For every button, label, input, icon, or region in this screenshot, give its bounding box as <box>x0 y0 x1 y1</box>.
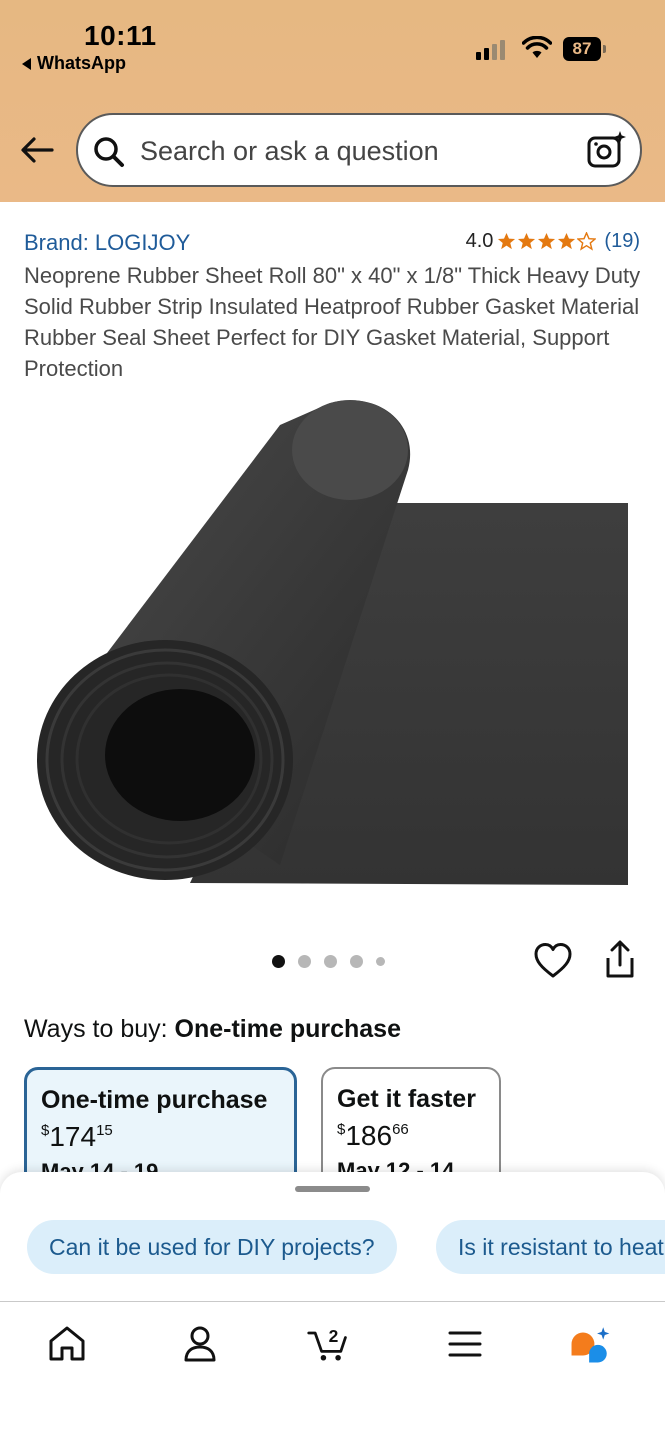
account-icon[interactable] <box>178 1322 222 1366</box>
ways-to-buy-label: Ways to buy: <box>24 1015 168 1043</box>
battery-icon: 87 <box>563 37 607 61</box>
star-filled-icon <box>518 232 536 250</box>
product-title: Neoprene Rubber Sheet Roll 80" x 40" x 1… <box>24 263 641 381</box>
ways-to-buy-selected: One-time purchase <box>174 1015 401 1043</box>
battery-level: 87 <box>563 37 601 61</box>
option-title: One-time purchase <box>41 1086 268 1114</box>
star-empty-icon <box>577 232 597 251</box>
star-rating <box>497 232 597 251</box>
search-bar[interactable] <box>76 113 642 187</box>
star-filled-icon <box>538 232 556 250</box>
brand-link[interactable]: Brand: LOGIJOY <box>24 230 190 256</box>
sheet-grabber[interactable] <box>295 1186 370 1192</box>
menu-icon[interactable] <box>443 1322 487 1366</box>
ways-to-buy-heading: Ways to buy: One-time purchase <box>24 1015 401 1044</box>
review-count[interactable]: (19) <box>604 230 640 253</box>
page-dot[interactable] <box>350 955 363 968</box>
star-filled-icon <box>498 232 516 250</box>
page-dot[interactable] <box>324 955 337 968</box>
search-icon <box>94 137 124 167</box>
app-header: 10:11 WhatsApp 87 <box>0 0 665 202</box>
back-triangle-icon <box>22 57 31 70</box>
back-arrow-icon[interactable] <box>18 130 58 170</box>
bottom-tab-bar: 2 <box>0 1301 665 1440</box>
back-app-label: WhatsApp <box>37 53 126 73</box>
wifi-icon <box>522 36 552 58</box>
page-dot[interactable] <box>298 955 311 968</box>
option-title: Get it faster <box>337 1085 476 1113</box>
cart-count: 2 <box>329 1326 339 1346</box>
suggestion-chip[interactable]: Is it resistant to heat? <box>436 1220 665 1274</box>
rufus-suggestion-sheet: Can it be used for DIY projects? Is it r… <box>0 1172 665 1302</box>
page-dot[interactable] <box>272 955 285 968</box>
status-time: 10:11 <box>84 20 157 51</box>
rating-summary[interactable]: 4.0 (19) <box>466 230 640 253</box>
camera-search-icon[interactable] <box>586 130 628 170</box>
page-dot[interactable] <box>376 957 385 966</box>
home-icon[interactable] <box>45 1322 89 1366</box>
option-price: $18666 <box>337 1120 409 1151</box>
rufus-assistant-icon[interactable] <box>568 1322 612 1366</box>
image-pagination[interactable] <box>272 955 385 968</box>
back-to-app-link[interactable]: WhatsApp <box>22 53 126 74</box>
suggestion-chip[interactable]: Can it be used for DIY projects? <box>27 1220 397 1274</box>
star-filled-icon <box>558 232 576 250</box>
cart-icon[interactable]: 2 <box>306 1322 350 1366</box>
search-input[interactable] <box>140 131 560 171</box>
share-icon[interactable] <box>603 940 637 980</box>
rating-value: 4.0 <box>465 230 494 252</box>
option-price: $17415 <box>41 1121 113 1152</box>
cellular-signal-icon <box>476 38 505 60</box>
product-image[interactable] <box>30 395 635 895</box>
heart-icon[interactable] <box>533 942 573 980</box>
